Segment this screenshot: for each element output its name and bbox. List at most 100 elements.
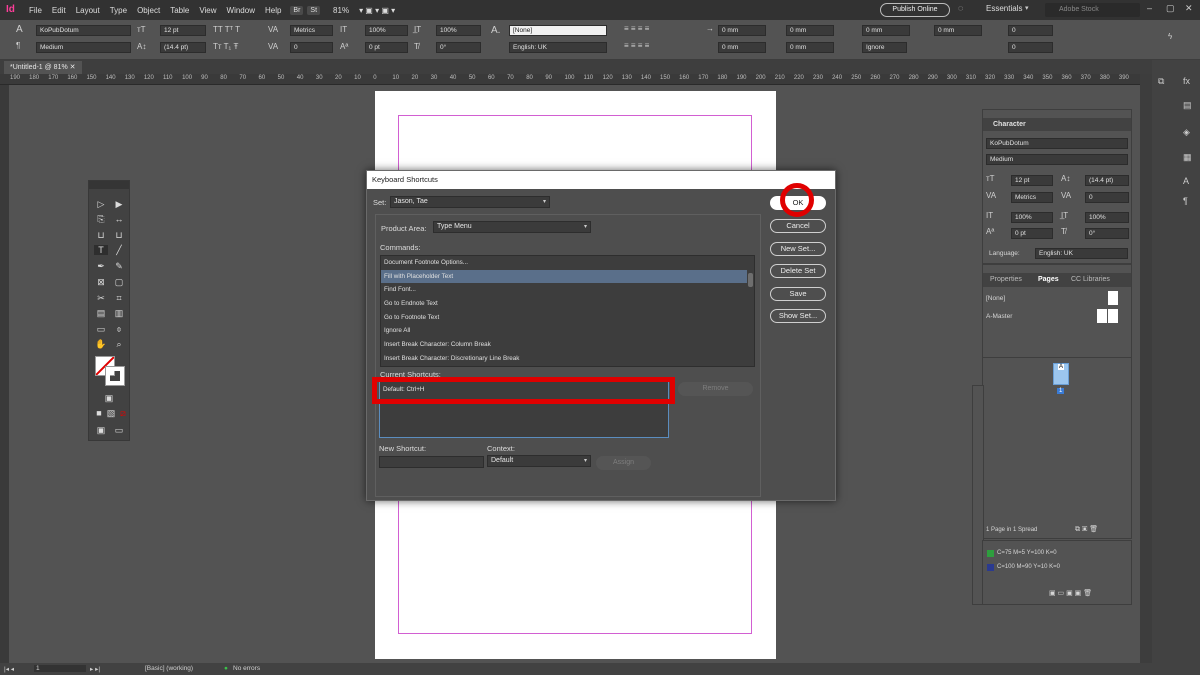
justify-icon[interactable]: ≡ ≡ ≡ ≡ <box>624 41 649 50</box>
maximize-icon[interactable]: ▢ <box>1166 3 1175 14</box>
menu-object[interactable]: Object <box>132 6 165 15</box>
drop-cap-chars-field[interactable]: 0 <box>1008 42 1053 53</box>
view-options-icon[interactable]: ▾ ▣ ▾ ▣ ▾ <box>354 6 400 15</box>
chevron-down-icon[interactable]: ▾ <box>1025 4 1029 12</box>
close-icon[interactable]: ✕ <box>1185 3 1193 14</box>
list-item[interactable]: Insert Break Character: Discretionary Li… <box>381 352 754 366</box>
commands-list[interactable]: Document Footnote Options... Fill with P… <box>380 255 755 367</box>
type-tool-icon[interactable]: T <box>94 245 108 255</box>
char-size-field[interactable]: 12 pt <box>1011 175 1053 186</box>
tracking-field[interactable]: 0 <box>290 42 333 53</box>
stroke-panel-icon[interactable]: ▤ <box>1183 100 1192 111</box>
content-collector-icon[interactable]: ⊔ <box>94 230 108 241</box>
selection-tool-icon[interactable]: ▷ <box>94 199 108 210</box>
hyphenation-field[interactable]: Ignore <box>862 42 907 53</box>
color-panel-icon[interactable]: ▦ <box>1183 152 1192 163</box>
a-master-thumb-right[interactable] <box>1108 309 1118 323</box>
fx-icon[interactable]: fx <box>1183 76 1190 86</box>
list-item[interactable]: Go to Endnote Text <box>381 297 754 311</box>
scrollbar-thumb[interactable] <box>748 273 753 287</box>
preflight-errors[interactable]: No errors <box>233 665 260 672</box>
menu-file[interactable]: File <box>24 6 47 15</box>
none-master-label[interactable]: [None] <box>986 295 1005 302</box>
lightning-icon[interactable]: ϟ <box>1168 32 1172 41</box>
font-family-field[interactable]: KoPubDotum <box>36 25 131 36</box>
gradient-swatch-tool-icon[interactable]: ▤ <box>94 308 108 319</box>
links-icon[interactable]: ⧉ <box>1158 76 1164 87</box>
menu-table[interactable]: Table <box>165 6 194 15</box>
new-shortcut-input[interactable] <box>379 456 484 468</box>
line-tool-icon[interactable]: ╱ <box>112 245 126 256</box>
page-nav-next-icon[interactable]: ▸ ▸| <box>90 665 100 673</box>
stock-search-input[interactable]: Adobe Stock <box>1045 3 1140 17</box>
char-hscale-field[interactable]: 100% <box>1085 212 1129 223</box>
minimize-icon[interactable]: – <box>1147 3 1152 13</box>
character-panel-icon[interactable]: A <box>1183 176 1189 186</box>
horizontal-ruler[interactable]: 190 180 170 160 150 140 130 120 110 100 90 80 70 60 50… <box>0 74 1140 85</box>
gap-tool-icon[interactable]: ↔ <box>112 214 126 224</box>
all-caps-icon[interactable]: TT Tᵀ T <box>213 25 240 34</box>
a-master-thumb-left[interactable] <box>1097 309 1107 323</box>
rectangle-frame-tool-icon[interactable]: ⊠ <box>94 277 108 288</box>
swatch-green-label[interactable]: C=75 M=5 Y=100 K=0 <box>997 550 1057 556</box>
list-item[interactable]: Document Footnote Options... <box>381 256 754 270</box>
align-left-icon[interactable]: ≡ ≡ ≡ ≡ <box>624 24 649 33</box>
preflight-profile[interactable]: [Basic] (working) <box>145 665 193 672</box>
left-indent-field[interactable]: 0 mm <box>718 25 766 36</box>
tab-cc-libraries[interactable]: CC Libraries <box>1071 276 1110 283</box>
char-tracking-field[interactable]: 0 <box>1085 192 1129 203</box>
hand-tool-icon[interactable]: ✋ <box>94 339 108 350</box>
menu-layout[interactable]: Layout <box>71 6 105 15</box>
product-area-dropdown[interactable]: Type Menu ▾ <box>433 221 591 233</box>
page-number-field[interactable]: 1 <box>34 665 86 672</box>
leading-field[interactable]: (14.4 pt) <box>160 42 206 53</box>
space-before-field[interactable]: 0 mm <box>862 25 910 36</box>
first-line-indent-field[interactable]: 0 mm <box>718 42 766 53</box>
rectangle-tool-icon[interactable]: ▢ <box>112 277 126 288</box>
baseline-shift-field[interactable]: 0 pt <box>365 42 408 53</box>
paragraph-panel-icon[interactable]: ¶ <box>1183 196 1188 206</box>
swatch-actions-icon[interactable]: ▣ ▭ ▣ ▣ 🗑 <box>1049 589 1092 597</box>
gradient-feather-tool-icon[interactable]: ▥ <box>112 308 126 319</box>
vertical-ruler[interactable] <box>0 85 9 663</box>
menu-window[interactable]: Window <box>222 6 260 15</box>
context-dropdown[interactable]: Default ▾ <box>487 455 591 467</box>
page-tool-icon[interactable]: ⎘ <box>94 214 108 225</box>
new-set-button[interactable]: New Set... <box>770 242 826 256</box>
dialog-title[interactable]: Keyboard Shortcuts <box>367 171 835 189</box>
tools-panel-header[interactable] <box>89 181 129 189</box>
small-caps-icon[interactable]: Tᴛ T₁ Ŧ <box>213 42 238 51</box>
save-button[interactable]: Save <box>770 287 826 301</box>
list-item[interactable]: Find Font... <box>381 283 754 297</box>
vertical-scale-field[interactable]: 100% <box>365 25 408 36</box>
skew-field[interactable]: 0° <box>436 42 481 53</box>
scroll-strip[interactable] <box>1140 74 1152 664</box>
space-after-field[interactable]: 0 mm <box>934 25 982 36</box>
menu-edit[interactable]: Edit <box>47 6 71 15</box>
character-panel-title[interactable]: Character <box>983 118 1131 131</box>
free-transform-tool-icon[interactable]: ⌗ <box>112 293 126 304</box>
set-dropdown[interactable]: Jason, Tae ▾ <box>390 196 550 208</box>
list-item[interactable]: Insert Break Character: Column Break <box>381 338 754 352</box>
show-set-button[interactable]: Show Set... <box>770 309 826 323</box>
page-1-thumb[interactable]: A <box>1053 363 1069 385</box>
remove-button[interactable]: Remove <box>678 382 753 396</box>
char-leading-field[interactable]: (14.4 pt) <box>1085 175 1129 186</box>
char-baseline-field[interactable]: 0 pt <box>1011 228 1053 239</box>
paragraph-mode-icon[interactable]: ¶ <box>16 41 20 50</box>
content-placer-icon[interactable]: ⊔ <box>112 230 126 241</box>
document-tab[interactable]: *Untitled-1 @ 81% ✕ <box>4 61 82 74</box>
a-master-label[interactable]: A-Master <box>986 313 1012 320</box>
screen-mode-icon[interactable]: ▭ <box>112 425 126 436</box>
menu-type[interactable]: Type <box>105 6 132 15</box>
list-item[interactable]: Ignore All <box>381 324 754 338</box>
layers-icon[interactable]: ◈ <box>1183 127 1190 138</box>
lightbulb-icon[interactable]: ◌ <box>958 3 963 13</box>
char-kerning-field[interactable]: Metrics <box>1011 192 1053 203</box>
delete-set-button[interactable]: Delete Set <box>770 264 826 278</box>
eyedropper-tool-icon[interactable]: ⌽ <box>112 324 126 335</box>
tab-properties[interactable]: Properties <box>990 276 1022 283</box>
char-font-style[interactable]: Medium <box>986 154 1128 165</box>
horizontal-scale-field[interactable]: 100% <box>436 25 481 36</box>
char-language-field[interactable]: English: UK <box>1035 248 1128 259</box>
